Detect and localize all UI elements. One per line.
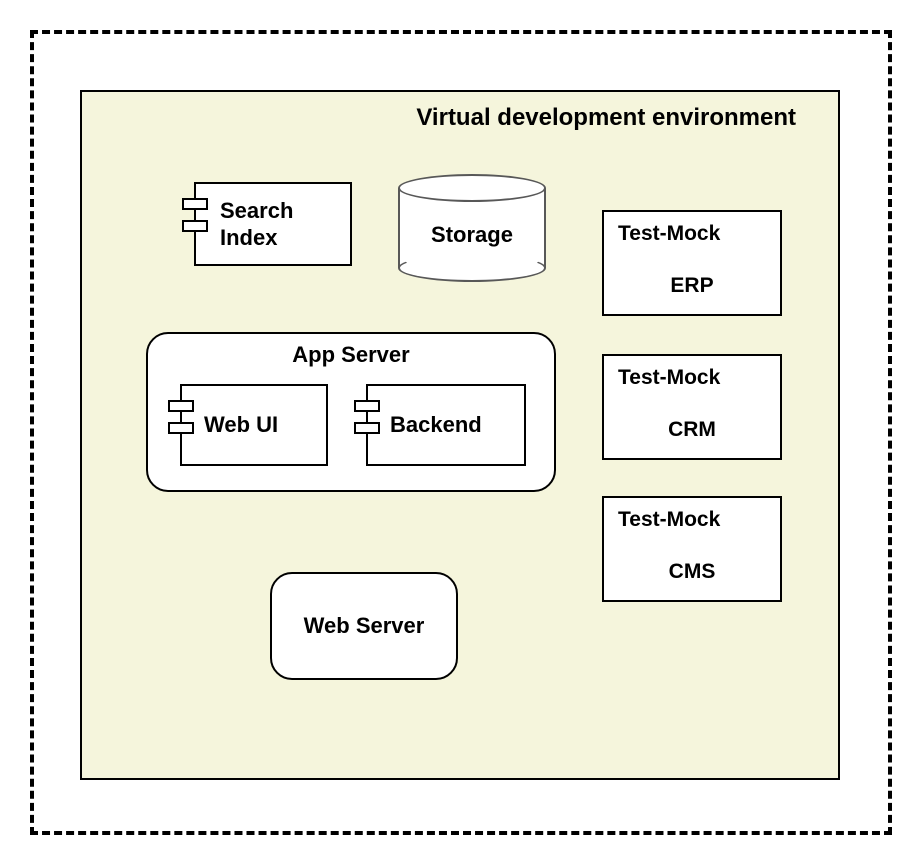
- app-server-label: App Server: [148, 342, 554, 368]
- app-server-container: App Server Web UI Backend: [146, 332, 556, 492]
- storage-database: Storage: [398, 174, 546, 282]
- component-lug-icon: [168, 400, 194, 412]
- storage-label: Storage: [398, 222, 546, 248]
- web-server-label: Web Server: [304, 612, 425, 640]
- search-index-component: Search Index: [194, 182, 352, 266]
- mock-erp-box: Test-Mock ERP: [602, 210, 782, 316]
- web-ui-label: Web UI: [204, 411, 278, 439]
- mock-cms-box: Test-Mock CMS: [602, 496, 782, 602]
- mock-crm-name: CRM: [618, 418, 766, 448]
- backend-component: Backend: [366, 384, 526, 466]
- component-lug-icon: [354, 422, 380, 434]
- mock-cms-name: CMS: [618, 560, 766, 590]
- mock-cms-prefix: Test-Mock: [618, 508, 766, 532]
- virtual-dev-environment-container: Virtual development environment Search I…: [80, 90, 840, 780]
- mock-crm-prefix: Test-Mock: [618, 366, 766, 390]
- mock-erp-prefix: Test-Mock: [618, 222, 766, 246]
- component-lug-icon: [354, 400, 380, 412]
- search-index-label: Search Index: [220, 197, 293, 252]
- component-lug-icon: [168, 422, 194, 434]
- component-lug-icon: [182, 220, 208, 232]
- backend-label: Backend: [390, 411, 482, 439]
- mock-crm-box: Test-Mock CRM: [602, 354, 782, 460]
- web-ui-component: Web UI: [180, 384, 328, 466]
- mock-erp-name: ERP: [618, 274, 766, 304]
- component-lug-icon: [182, 198, 208, 210]
- environment-title: Virtual development environment: [416, 104, 796, 132]
- web-server-node: Web Server: [270, 572, 458, 680]
